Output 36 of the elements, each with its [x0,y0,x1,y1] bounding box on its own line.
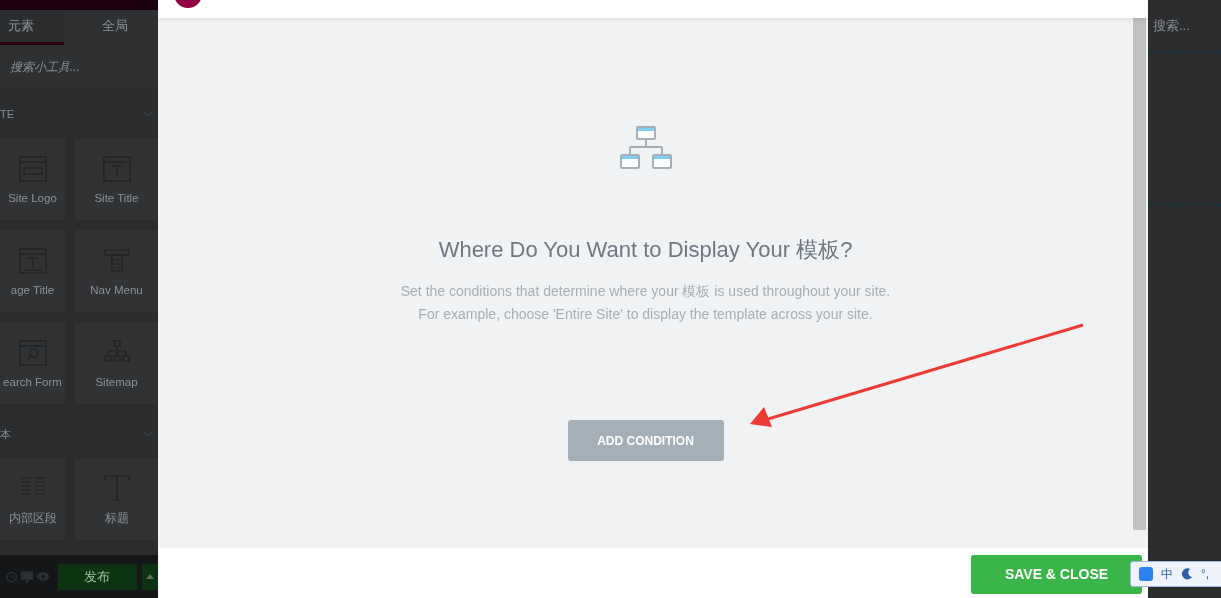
widget-label: Site Title [94,192,139,204]
publish-options-button[interactable] [141,563,158,590]
widget-label: Site Logo [8,192,57,204]
caret-icon [146,574,155,579]
section-title: 本 [0,426,11,442]
desktop-icon[interactable] [21,570,34,583]
dialog-heading: Where Do You Want to Display Your 模板? [438,236,853,264]
widget-label: earch Form [3,376,62,388]
sitemap-icon [619,125,672,171]
widget-label: 标题 [104,510,129,526]
widget-search-field[interactable]: 搜索小工具... [10,58,80,76]
widget-card[interactable]: 内部区段 [0,458,65,540]
add-condition-button[interactable]: ADD CONDITION [567,420,724,461]
widget-card[interactable]: Nav Menu [75,230,158,312]
section-title: TE [0,108,15,120]
moon-icon[interactable] [1181,568,1193,580]
widget-card[interactable]: age Title [0,230,65,312]
dialog-description: Set the conditions that determine where your 模板 is used throughout your site. For example, choose 'Entire Site' to display the template across your site. [400,282,891,324]
widget-card[interactable]: Site Logo [0,138,65,220]
widget-label: age Title [10,284,55,296]
scrollbar-thumb[interactable] [1133,18,1146,530]
widget-label: Sitemap [95,376,138,388]
widget-label: Nav Menu [90,284,143,296]
widget-card[interactable]: Sitemap [75,322,158,404]
widget-card[interactable]: earch Form [0,322,65,404]
history-icon[interactable] [6,570,18,583]
punctuation-toggle[interactable]: °, [1201,567,1210,581]
publish-button[interactable]: 发布 [57,563,138,590]
save-close-button[interactable]: SAVE & CLOSE [971,554,1142,594]
input-mode-toggle[interactable]: 中 [1161,565,1173,583]
eye-icon[interactable] [37,572,50,581]
search-field[interactable]: 搜索... [1153,17,1190,35]
ime-logo-icon [1139,567,1153,581]
widget-card[interactable]: Site Title [75,138,158,220]
widget-label: 内部区段 [8,510,57,526]
widget-card[interactable]: 标题 [75,458,158,540]
